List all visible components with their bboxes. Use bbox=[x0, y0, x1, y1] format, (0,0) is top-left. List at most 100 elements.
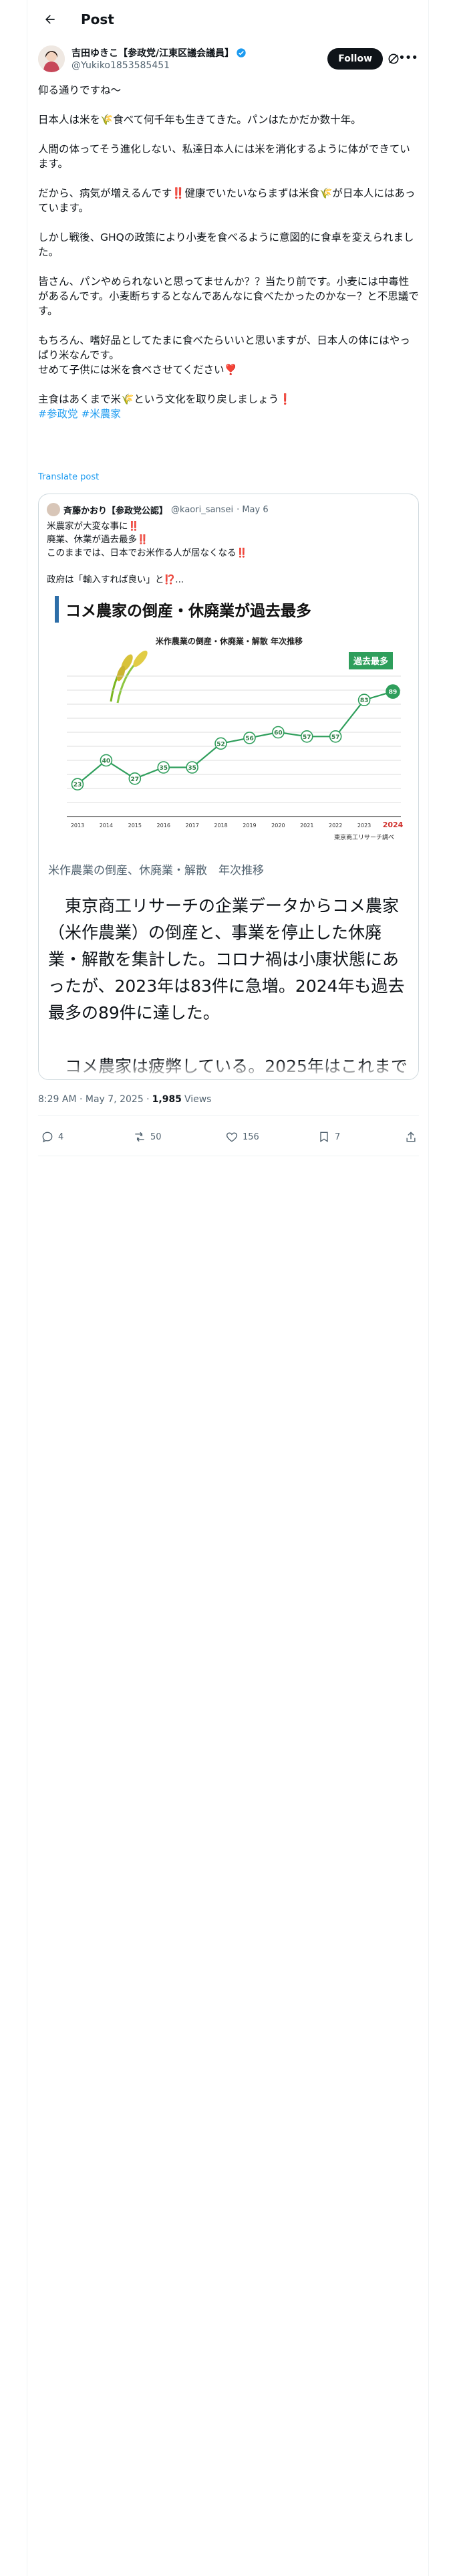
divider bbox=[38, 1115, 419, 1116]
verified-badge-icon bbox=[237, 48, 246, 58]
banner-accent bbox=[55, 596, 59, 623]
quoted-post-header: 斉藤かおり【参政党公認】 @kaori_sansei · May 6 bbox=[47, 502, 269, 517]
x-tick-label: 2019 bbox=[243, 823, 256, 829]
author-name: 吉田ゆきこ【参政党/江東区議会議員】 bbox=[71, 48, 235, 59]
top-bar: Post bbox=[27, 0, 428, 39]
data-label: 35 bbox=[188, 765, 196, 772]
quoted-image[interactable]: コメ農家の倒産・休廃業が過去最多 米作農業の倒産・休廃業・解散 年次推移 23 4… bbox=[47, 589, 412, 847]
post-paragraph: 仰る通りですね〜 bbox=[38, 84, 122, 96]
x-tick-label: 2018 bbox=[214, 823, 227, 829]
data-label: 89 bbox=[389, 689, 398, 696]
article-paragraph: 東京商工リサーチの企業データからコメ農家（米作農業）の倒産と、事業を停止した休廃… bbox=[48, 896, 405, 1023]
data-label: 57 bbox=[303, 734, 311, 741]
x-tick-label: 2024 bbox=[383, 821, 404, 829]
post-paragraph: 皆さん、パンやめられないと思ってませんか？？当たり前です。小麦には中毒性があるん… bbox=[38, 276, 419, 317]
post-paragraph: 人間の体ってそう進化しない、私達日本人には米を消化するように体ができています。 bbox=[38, 143, 410, 170]
quoted-avatar bbox=[47, 503, 60, 516]
more-options-icon[interactable]: ••• bbox=[398, 51, 418, 65]
image-caption: 米作農業の倒産、休廃業・解散 年次推移 bbox=[48, 864, 264, 877]
image-banner-title: コメ農家の倒産・休廃業が過去最多 bbox=[65, 602, 311, 620]
record-badge: 過去最多 bbox=[349, 652, 393, 669]
views-count: 1,985 bbox=[152, 1094, 182, 1105]
post-timestamp[interactable]: 8:29 AM · May 7, 2025 · bbox=[38, 1094, 150, 1105]
data-label: 23 bbox=[73, 782, 82, 788]
post-paragraph: だから、病気が増えるんです‼️健康でいたいならまずは米食🌾が日本人にはあっていま… bbox=[38, 187, 416, 214]
data-label: 56 bbox=[245, 736, 254, 742]
translate-post-link[interactable]: Translate post bbox=[38, 472, 99, 482]
heart-icon bbox=[226, 1132, 238, 1142]
data-label: 27 bbox=[131, 776, 140, 783]
record-badge-label: 過去最多 bbox=[353, 656, 388, 667]
post-text: 仰る通りですね〜 日本人は米を🌾食べて何千年も生きてきた。パンはたかだか数十年。… bbox=[38, 83, 419, 421]
x-tick-label: 2016 bbox=[157, 823, 170, 829]
post-paragraph: もちろん、嗜好品としてたまに食べたらいいと思いますが、日本人の体にはやっぱり米な… bbox=[38, 334, 410, 361]
like-button[interactable]: 156 bbox=[225, 1130, 259, 1144]
post-paragraph bbox=[38, 98, 419, 112]
post-paragraph bbox=[38, 318, 419, 333]
post-paragraph bbox=[38, 127, 419, 142]
post-author: 吉田ゆきこ【参政党/江東区議会議員】 @Yukiko1853585451 Fol… bbox=[38, 44, 419, 76]
repost-icon bbox=[135, 1132, 144, 1142]
x-tick-label: 2021 bbox=[300, 823, 313, 829]
reply-button[interactable]: 4 bbox=[41, 1130, 63, 1144]
quoted-post[interactable]: 斉藤かおり【参政党公認】 @kaori_sansei · May 6 米農家が大… bbox=[38, 494, 419, 1080]
post-paragraph: しかし戦後、GHQの政策により小麦を食べるように意図的に食卓を変えられました。 bbox=[38, 231, 414, 258]
author-name-row[interactable]: 吉田ゆきこ【参政党/江東区議会議員】 bbox=[71, 46, 247, 60]
back-button[interactable] bbox=[38, 7, 62, 31]
quoted-fade bbox=[39, 1061, 418, 1079]
bookmark-icon bbox=[320, 1132, 328, 1142]
bookmark-button[interactable]: 7 bbox=[317, 1130, 340, 1144]
quoted-author-handle: @kaori_sansei bbox=[171, 504, 234, 515]
share-icon bbox=[406, 1132, 416, 1142]
quoted-post-text: 米農家が大変な事に‼️ 廃業、休業が過去最多‼️ このままでは、日本でお米作る人… bbox=[47, 520, 410, 586]
like-count: 156 bbox=[243, 1132, 259, 1142]
chart-svg: コメ農家の倒産・休廃業が過去最多 米作農業の倒産・休廃業・解散 年次推移 23 4… bbox=[47, 589, 412, 847]
x-tick-label: 2020 bbox=[271, 823, 285, 829]
x-tick-label: 2014 bbox=[100, 823, 113, 829]
post-paragraph bbox=[38, 215, 419, 230]
quoted-post-date: · May 6 bbox=[237, 504, 269, 515]
follow-button[interactable]: Follow bbox=[327, 48, 383, 70]
x-tick-label: 2015 bbox=[128, 823, 142, 829]
data-label: 60 bbox=[274, 730, 283, 737]
repost-count: 50 bbox=[150, 1132, 162, 1142]
data-label: 35 bbox=[159, 765, 168, 772]
data-label: 40 bbox=[102, 758, 111, 765]
chart-source: 東京商工リサーチ調べ bbox=[334, 833, 394, 841]
post-paragraph bbox=[38, 171, 419, 186]
page: Post 吉田ゆきこ【参政党/江東区議会議員】 @Yukiko185358545… bbox=[0, 0, 451, 2576]
data-label: 57 bbox=[331, 734, 340, 741]
data-label: 83 bbox=[360, 697, 369, 704]
main-column: Post 吉田ゆきこ【参政党/江東区議会議員】 @Yukiko185358545… bbox=[27, 0, 429, 2576]
x-tick-label: 2023 bbox=[357, 823, 371, 829]
reply-icon bbox=[42, 1132, 53, 1143]
post-paragraph bbox=[38, 377, 419, 392]
hashtag-link[interactable]: #参政党 bbox=[38, 408, 78, 420]
quoted-line: このままでは、日本でお米作る人が居なくなる‼️ bbox=[47, 548, 248, 558]
author-handle[interactable]: @Yukiko1853585451 bbox=[71, 60, 170, 71]
post-paragraph: せめて子供には米を食べさせてください❣️ bbox=[38, 364, 237, 376]
post-meta: 8:29 AM · May 7, 2025 · 1,985 Views bbox=[38, 1094, 211, 1105]
avatar-portrait-icon bbox=[38, 45, 65, 72]
hashtag-row: #参政党 #米農家 bbox=[38, 407, 419, 421]
x-tick-label: 2017 bbox=[185, 823, 198, 829]
arrow-left-icon bbox=[45, 15, 55, 24]
bookmark-count: 7 bbox=[335, 1132, 341, 1142]
quoted-line bbox=[47, 560, 410, 573]
quoted-author-name: 斉藤かおり【参政党公認】 bbox=[63, 506, 168, 516]
reply-count: 4 bbox=[58, 1132, 64, 1142]
post-paragraph bbox=[38, 259, 419, 274]
post-paragraph: 主食はあくまで米🌾という文化を取り戻しましょう❗️ bbox=[38, 393, 292, 405]
avatar[interactable] bbox=[38, 45, 65, 72]
share-button[interactable] bbox=[404, 1130, 418, 1144]
chart-title: 米作農業の倒産・休廃業・解散 年次推移 bbox=[156, 636, 303, 646]
quoted-line: 政府は「輸入すれば良い」と⁉️... bbox=[47, 574, 184, 585]
quoted-article-text: 東京商工リサーチの企業データからコメ農家（米作農業）の倒産と、事業を停止した休廃… bbox=[48, 893, 410, 1079]
x-tick-label: 2022 bbox=[329, 823, 342, 829]
post-paragraph: 日本人は米を🌾食べて何千年も生きてきた。パンはたかだか数十年。 bbox=[38, 114, 361, 126]
quoted-line: 米農家が大変な事に‼️ bbox=[47, 521, 140, 532]
page-title: Post bbox=[81, 11, 114, 27]
action-bar: 4 50 156 7 bbox=[38, 1121, 419, 1156]
hashtag-link[interactable]: #米農家 bbox=[81, 408, 121, 420]
repost-button[interactable]: 50 bbox=[133, 1130, 162, 1144]
